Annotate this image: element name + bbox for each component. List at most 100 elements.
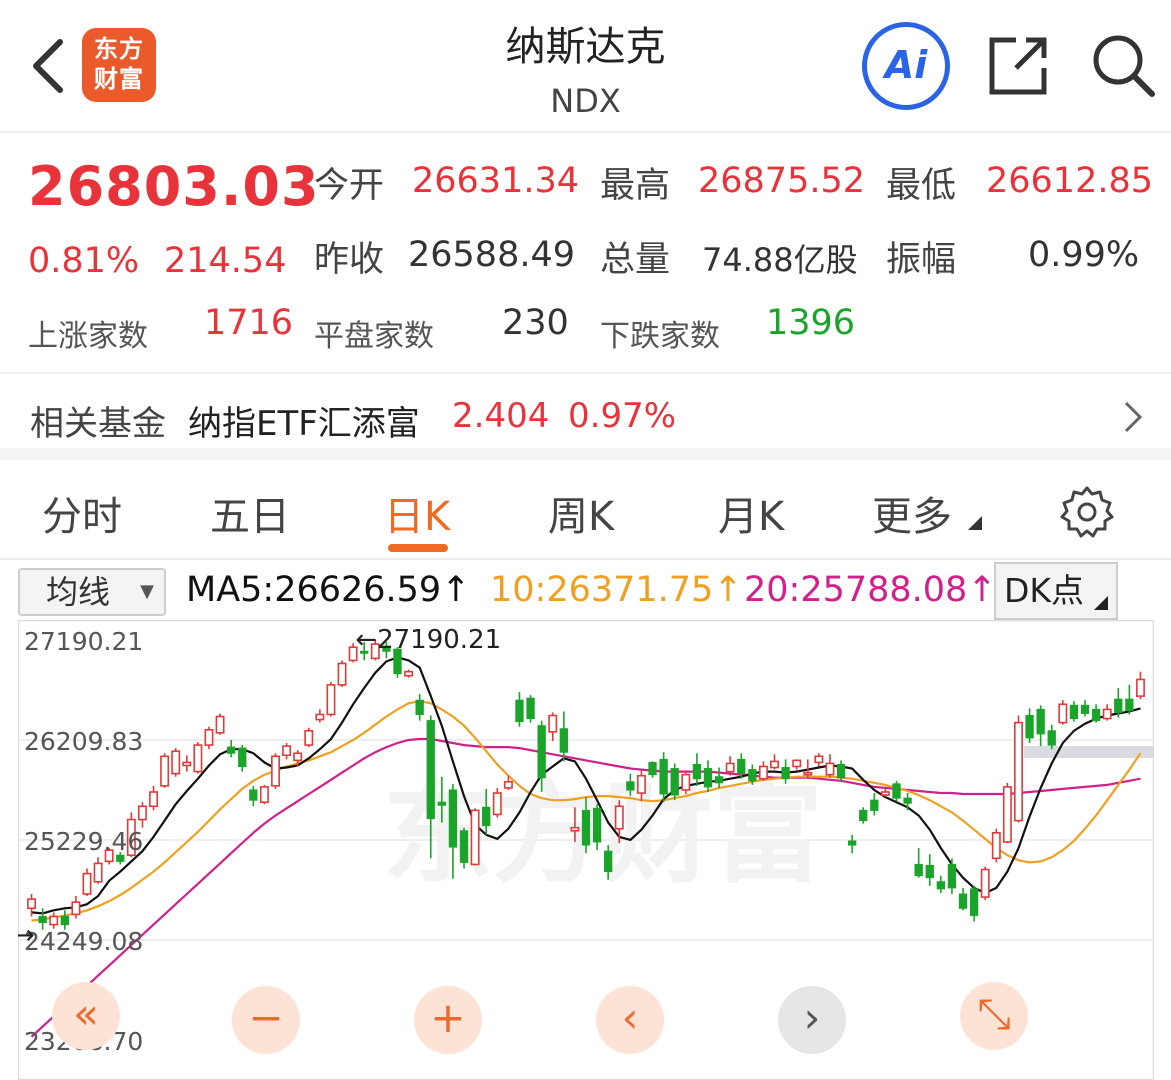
related-fund-pct: 0.97% [568, 396, 677, 436]
candle-body [293, 752, 303, 762]
candle-body [604, 850, 613, 873]
tab-daily-k[interactable]: 日K [384, 484, 450, 542]
search-icon[interactable] [1090, 32, 1156, 98]
settings-gear-icon[interactable] [1060, 484, 1114, 538]
tab-weekly-k[interactable]: 周K [548, 484, 614, 542]
candle-body [60, 915, 69, 926]
candle-body [770, 760, 779, 769]
open-label: 今开 [314, 166, 385, 206]
candle-body [737, 758, 746, 775]
candle-body [259, 786, 269, 804]
ma5-value: MA5:26626.59↑ [186, 570, 471, 610]
y-tick-label: 25229.46 [24, 827, 143, 856]
move-left-button[interactable]: ‹ [596, 986, 664, 1054]
volume-label: 总量 [600, 240, 671, 280]
scroll-far-left-button[interactable]: « [52, 982, 120, 1050]
ai-assistant-button[interactable]: Ai [862, 22, 950, 110]
candle-body [426, 720, 435, 820]
share-icon[interactable] [986, 32, 1052, 98]
candle-body [781, 767, 790, 780]
candle-body [1114, 698, 1123, 713]
amplitude-label: 振幅 [886, 240, 957, 280]
candle-body [482, 806, 491, 827]
tab-more[interactable]: 更多 [872, 484, 952, 542]
kline-chart-area[interactable]: 东方财富27190.2126209.8325229.4624249.082326… [18, 620, 1154, 1080]
candle-body [1058, 703, 1068, 724]
candle-body [448, 789, 458, 848]
candle-body [215, 715, 225, 734]
candle-body [692, 763, 702, 780]
ma-type-select-label: 均线 [46, 573, 111, 611]
candle-body [725, 762, 735, 773]
candle-body [648, 761, 657, 776]
candle-body [847, 840, 857, 846]
candle-body [1014, 721, 1023, 822]
candle-body [82, 872, 92, 895]
open-value: 26631.34 [412, 161, 580, 201]
candle-body [659, 758, 668, 795]
zoom-in-button[interactable]: + [414, 986, 482, 1054]
candle-body [681, 773, 691, 791]
volume-value: 74.88亿股 [702, 241, 858, 279]
ma-type-select[interactable]: 均线 ▼ [18, 568, 166, 616]
candle-body [238, 747, 247, 768]
related-fund-price: 2.404 [452, 396, 550, 436]
move-right-button[interactable]: › [778, 986, 846, 1054]
candle-body [559, 728, 568, 753]
candle-body [226, 746, 236, 754]
candle-body [249, 789, 258, 801]
chevron-right-icon [1124, 401, 1143, 433]
dk-point-button[interactable]: DK点 [994, 562, 1118, 620]
change-amount: 214.54 [164, 241, 287, 281]
candle-body [415, 699, 424, 715]
candle-body [282, 745, 292, 757]
candle-body [859, 809, 868, 822]
min-price-label: 24425.34→ [18, 921, 35, 951]
tab-intraday[interactable]: 分时 [42, 484, 122, 542]
app-header: 东方 财富 纳斯达克 NDX Ai [0, 0, 1171, 133]
dropdown-corner-icon [968, 516, 982, 530]
candle-body [758, 765, 768, 780]
candle-body [548, 714, 558, 733]
high-label: 最高 [600, 166, 671, 206]
high-value: 26875.52 [698, 161, 866, 201]
candle-body [991, 832, 1001, 860]
advancers-label: 上涨家数 [28, 319, 148, 354]
y-tick-label: 24249.08 [24, 927, 143, 956]
candle-body [1125, 698, 1134, 711]
candle-body [947, 863, 957, 889]
candle-body [792, 759, 802, 768]
zoom-out-button[interactable]: − [232, 986, 300, 1054]
candle-body [1091, 708, 1101, 722]
related-fund-name: 纳指ETF汇添富 [188, 404, 420, 444]
decliners-value: 1396 [766, 303, 856, 343]
candle-body [614, 805, 624, 830]
dropdown-arrow-icon: ▼ [140, 581, 154, 602]
decliners-label: 下跌家数 [600, 319, 720, 354]
low-value: 26612.85 [986, 161, 1154, 201]
change-percent: 0.81% [28, 241, 140, 281]
candle-body [404, 670, 414, 677]
candle-body [1135, 678, 1145, 697]
related-fund-row[interactable]: 相关基金 纳指ETF汇添富 2.404 0.97% [0, 372, 1171, 460]
candle-body [1047, 730, 1056, 746]
candle-body [315, 713, 325, 721]
tab-five-day[interactable]: 五日 [210, 484, 290, 542]
candle-body [160, 755, 170, 787]
fullscreen-button[interactable]: ⤡ [960, 982, 1028, 1050]
dropdown-corner-icon [1094, 596, 1108, 610]
candle-body [49, 915, 59, 926]
candle-body [714, 776, 724, 784]
candle-body [271, 755, 280, 787]
tab-monthly-k[interactable]: 月K [718, 484, 784, 542]
candle-body [38, 915, 47, 924]
related-fund-label: 相关基金 [30, 404, 166, 444]
ma10-value: 10:26371.75↑ [490, 570, 743, 610]
candle-body [503, 781, 513, 789]
advancers-value: 1716 [204, 303, 294, 343]
current-price: 26803.03 [28, 155, 320, 218]
candle-body [581, 809, 591, 846]
candle-body [958, 893, 968, 909]
period-tabs: 分时 五日 日K 周K 月K 更多 [0, 460, 1171, 560]
low-label: 最低 [886, 166, 957, 206]
